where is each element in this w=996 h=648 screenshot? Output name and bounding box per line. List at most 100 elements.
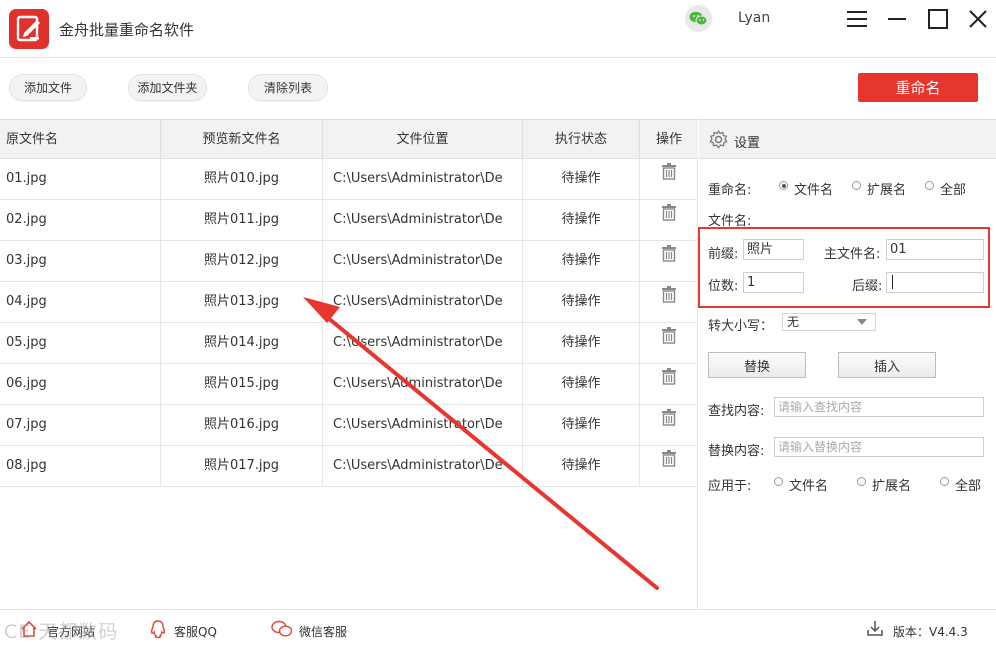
table-row[interactable]: 08.jpg 照片017.jpg C:\Users\Administrator\… [0,446,698,487]
delete-cell [640,446,698,486]
table-row[interactable]: 05.jpg 照片014.jpg C:\Users\Administrator\… [0,323,698,364]
cell-original-name: 04.jpg [0,282,161,322]
table-header: 原文件名 预览新文件名 文件位置 执行状态 操作 [0,119,698,160]
title-bar: 金舟批量重命名软件 Lyan [0,0,996,58]
version-label: 版本：V4.4.3 [893,625,968,639]
add-folder-button[interactable]: 添加文件夹 [128,74,207,101]
highlight-box [698,227,990,308]
trash-icon[interactable] [661,241,677,279]
apply-radio-filename[interactable] [774,477,783,486]
apply-to-label: 应用于: [708,479,752,494]
case-select-value: 无 [787,315,800,329]
trash-icon[interactable] [661,159,677,197]
close-icon[interactable] [967,8,989,30]
table-row[interactable]: 07.jpg 照片016.jpg C:\Users\Administrator\… [0,405,698,446]
replace-button[interactable]: 替换 [708,352,806,378]
trash-icon[interactable] [661,405,677,443]
table-row[interactable]: 02.jpg 照片011.jpg C:\Users\Administrator\… [0,200,698,241]
delete-cell [640,405,698,445]
delete-cell [640,364,698,404]
table-row[interactable]: 06.jpg 照片015.jpg C:\Users\Administrator\… [0,364,698,405]
header-preview-name[interactable]: 预览新文件名 [161,120,323,160]
insert-button[interactable]: 插入 [838,352,936,378]
rename-radio-extension[interactable] [852,181,861,190]
trash-icon[interactable] [661,364,677,402]
rename-target-label: 重命名: [708,183,752,198]
cell-preview-name: 照片016.jpg [161,405,323,445]
status-bar: 官方网站 客服QQ 微信客服 版本：V4.4.3 CE 天都数码 [0,609,996,648]
apply-radio-all[interactable] [940,477,949,486]
download-icon [866,619,884,641]
cell-original-name: 05.jpg [0,323,161,363]
replace-content-label: 替换内容: [708,444,765,459]
wechat-service-icon [270,619,294,643]
apply-option-all[interactable]: 全部 [955,475,981,494]
case-label: 转大小写： [708,319,774,334]
trash-icon[interactable] [661,200,677,238]
cell-status: 待操作 [523,200,640,240]
cell-status: 待操作 [523,323,640,363]
cell-original-name: 06.jpg [0,364,161,404]
cell-location: C:\Users\Administrator\De [323,323,523,363]
cell-preview-name: 照片010.jpg [161,159,323,199]
service-qq-link[interactable]: 客服QQ [174,623,217,640]
replace-input[interactable]: 请输入替换内容 [774,437,984,457]
cell-location: C:\Users\Administrator\De [323,282,523,322]
qq-icon [149,619,167,643]
cell-original-name: 02.jpg [0,200,161,240]
cell-location: C:\Users\Administrator\De [323,241,523,281]
cell-original-name: 08.jpg [0,446,161,486]
apply-radio-extension[interactable] [857,477,866,486]
rename-option-all[interactable]: 全部 [940,179,966,198]
cell-status: 待操作 [523,159,640,199]
cell-status: 待操作 [523,241,640,281]
table-row[interactable]: 03.jpg 照片012.jpg C:\Users\Administrator\… [0,241,698,282]
find-input[interactable]: 请输入查找内容 [774,397,984,417]
toolbar: 添加文件 添加文件夹 清除列表 重命名 [0,59,996,119]
header-location[interactable]: 文件位置 [323,120,523,160]
cell-preview-name: 照片017.jpg [161,446,323,486]
delete-cell [640,159,698,199]
case-select[interactable]: 无 [782,313,876,331]
trash-icon[interactable] [661,282,677,320]
wechat-icon[interactable] [685,5,712,32]
rename-radio-filename[interactable] [779,181,788,190]
cell-location: C:\Users\Administrator\De [323,364,523,404]
trash-icon[interactable] [661,323,677,361]
table-row[interactable]: 04.jpg 照片013.jpg C:\Users\Administrator\… [0,282,698,323]
menu-icon[interactable] [846,8,868,30]
apply-option-filename[interactable]: 文件名 [789,475,828,494]
cell-status: 待操作 [523,282,640,322]
header-status[interactable]: 执行状态 [523,120,640,160]
rename-option-extension[interactable]: 扩展名 [867,179,906,198]
user-name[interactable]: Lyan [738,10,770,26]
gear-icon [709,130,728,153]
minimize-icon[interactable] [886,8,908,30]
cell-original-name: 01.jpg [0,159,161,199]
apply-option-extension[interactable]: 扩展名 [872,475,911,494]
rename-radio-all[interactable] [925,181,934,190]
cell-location: C:\Users\Administrator\De [323,446,523,486]
app-logo-icon [9,9,49,49]
wechat-service-link[interactable]: 微信客服 [299,623,347,640]
rename-button[interactable]: 重命名 [858,73,978,102]
header-original-name[interactable]: 原文件名 [0,120,161,160]
rename-option-filename[interactable]: 文件名 [794,179,833,198]
cell-preview-name: 照片011.jpg [161,200,323,240]
cell-status: 待操作 [523,446,640,486]
maximize-icon[interactable] [927,8,949,30]
table-row[interactable]: 01.jpg 照片010.jpg C:\Users\Administrator\… [0,159,698,200]
header-action: 操作 [655,132,682,147]
find-label: 查找内容: [708,404,765,419]
cell-preview-name: 照片012.jpg [161,241,323,281]
file-table: 原文件名 预览新文件名 文件位置 执行状态 操作 01.jpg 照片010.jp… [0,119,698,609]
app-title: 金舟批量重命名软件 [59,21,195,39]
trash-icon[interactable] [661,446,677,484]
watermark: CE 天都数码 [4,621,119,643]
cell-location: C:\Users\Administrator\De [323,200,523,240]
delete-cell [640,200,698,240]
cell-preview-name: 照片015.jpg [161,364,323,404]
cell-location: C:\Users\Administrator\De [323,159,523,199]
clear-list-button[interactable]: 清除列表 [248,74,328,101]
add-file-button[interactable]: 添加文件 [9,74,87,101]
